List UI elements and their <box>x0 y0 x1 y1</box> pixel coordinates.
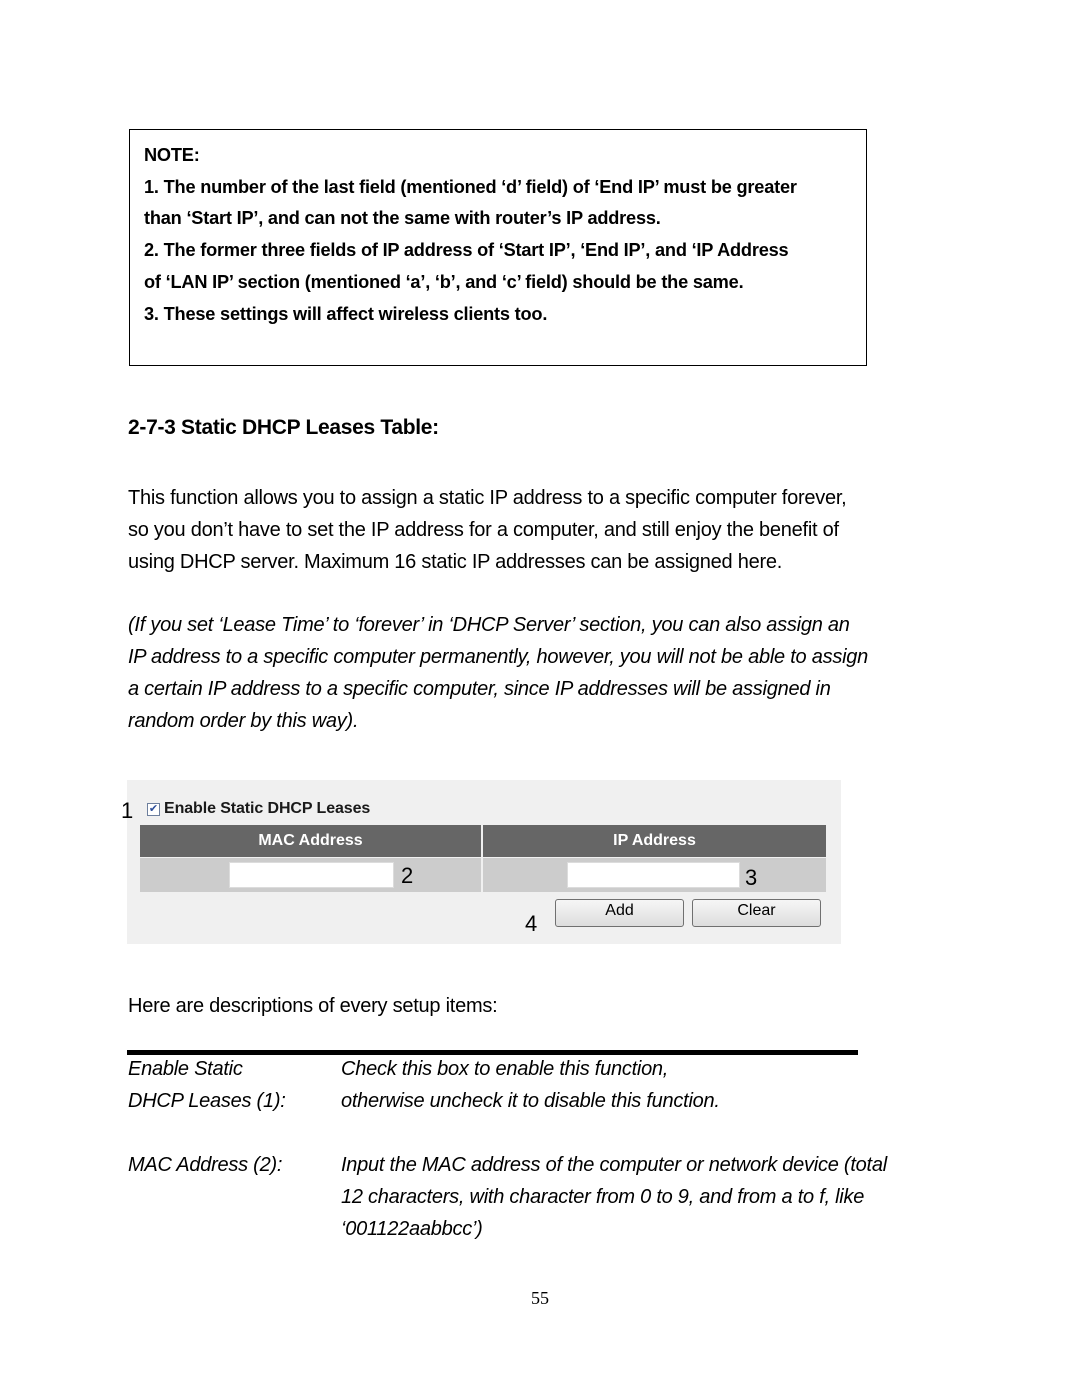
desc-line: 12 characters, with character from 0 to … <box>341 1186 865 1208</box>
section-heading: 2-7-3 Static DHCP Leases Table: <box>128 416 439 439</box>
note-line: of ‘LAN IP’ section (mentioned ‘a’, ‘b’,… <box>144 271 744 292</box>
term-enable-static-dhcp: Enable Static DHCP Leases (1): <box>128 1053 286 1117</box>
note-paragraph-line: random order by this way). <box>128 710 359 732</box>
enable-static-dhcp-checkbox[interactable]: ✔ <box>147 802 160 816</box>
note-title: NOTE: <box>144 145 200 165</box>
note-line: 1. The number of the last field (mention… <box>144 176 797 197</box>
desc-enable-static-dhcp: Check this box to enable this function, … <box>341 1053 720 1117</box>
note-paragraph-line: (If you set ‘Lease Time’ to ‘forever’ in… <box>128 614 850 636</box>
note-line: 3. These settings will affect wireless c… <box>144 303 548 324</box>
enable-static-dhcp-label: Enable Static DHCP Leases <box>164 800 371 817</box>
desc-line: otherwise uncheck it to disable this fun… <box>341 1090 720 1112</box>
intro-paragraph: This function allows you to assign a sta… <box>128 482 958 578</box>
intro-line: using DHCP server. Maximum 16 static IP … <box>128 551 783 573</box>
enable-static-dhcp-row[interactable]: ✔ Enable Static DHCP Leases <box>147 800 370 818</box>
desc-mac-address: Input the MAC address of the computer or… <box>341 1149 887 1245</box>
add-button[interactable]: Add <box>555 899 684 927</box>
static-dhcp-screenshot: 1 ✔ Enable Static DHCP Leases MAC Addres… <box>121 780 841 944</box>
descriptions-intro: Here are descriptions of every setup ite… <box>128 995 498 1017</box>
mac-address-input[interactable] <box>229 862 394 888</box>
intro-line: so you don’t have to set the IP address … <box>128 519 839 541</box>
note-paragraph-line: a certain IP address to a specific compu… <box>128 678 831 700</box>
ip-address-input[interactable] <box>567 862 740 888</box>
note-box: NOTE: 1. The number of the last field (m… <box>129 129 867 366</box>
column-header-ip-address: IP Address <box>483 825 826 857</box>
term-line: DHCP Leases (1): <box>128 1090 286 1112</box>
desc-line: ‘001122aabbcc’) <box>341 1218 483 1240</box>
checkmark-icon: ✔ <box>148 802 159 815</box>
term-line: MAC Address (2): <box>128 1154 283 1176</box>
callout-4: 4 <box>525 911 538 936</box>
clear-button[interactable]: Clear <box>692 899 821 927</box>
ip-address-cell <box>483 858 826 892</box>
intro-line: This function allows you to assign a sta… <box>128 487 847 509</box>
term-mac-address: MAC Address (2): <box>128 1149 282 1181</box>
callout-3: 3 <box>745 865 758 890</box>
note-line: 2. The former three fields of IP address… <box>144 240 789 261</box>
column-header-mac-address: MAC Address <box>140 825 481 857</box>
note-line: than ‘Start IP’, and can not the same wi… <box>144 208 661 229</box>
lease-time-note: (If you set ‘Lease Time’ to ‘forever’ in… <box>128 609 958 737</box>
desc-line: Input the MAC address of the computer or… <box>341 1154 887 1176</box>
callout-2: 2 <box>401 863 414 888</box>
page-number: 55 <box>531 1288 549 1308</box>
desc-line: Check this box to enable this function, <box>341 1058 669 1080</box>
callout-1: 1 <box>121 798 134 823</box>
note-paragraph-line: IP address to a specific computer perman… <box>128 646 869 668</box>
mac-address-cell <box>140 858 481 892</box>
term-line: Enable Static <box>128 1058 243 1080</box>
